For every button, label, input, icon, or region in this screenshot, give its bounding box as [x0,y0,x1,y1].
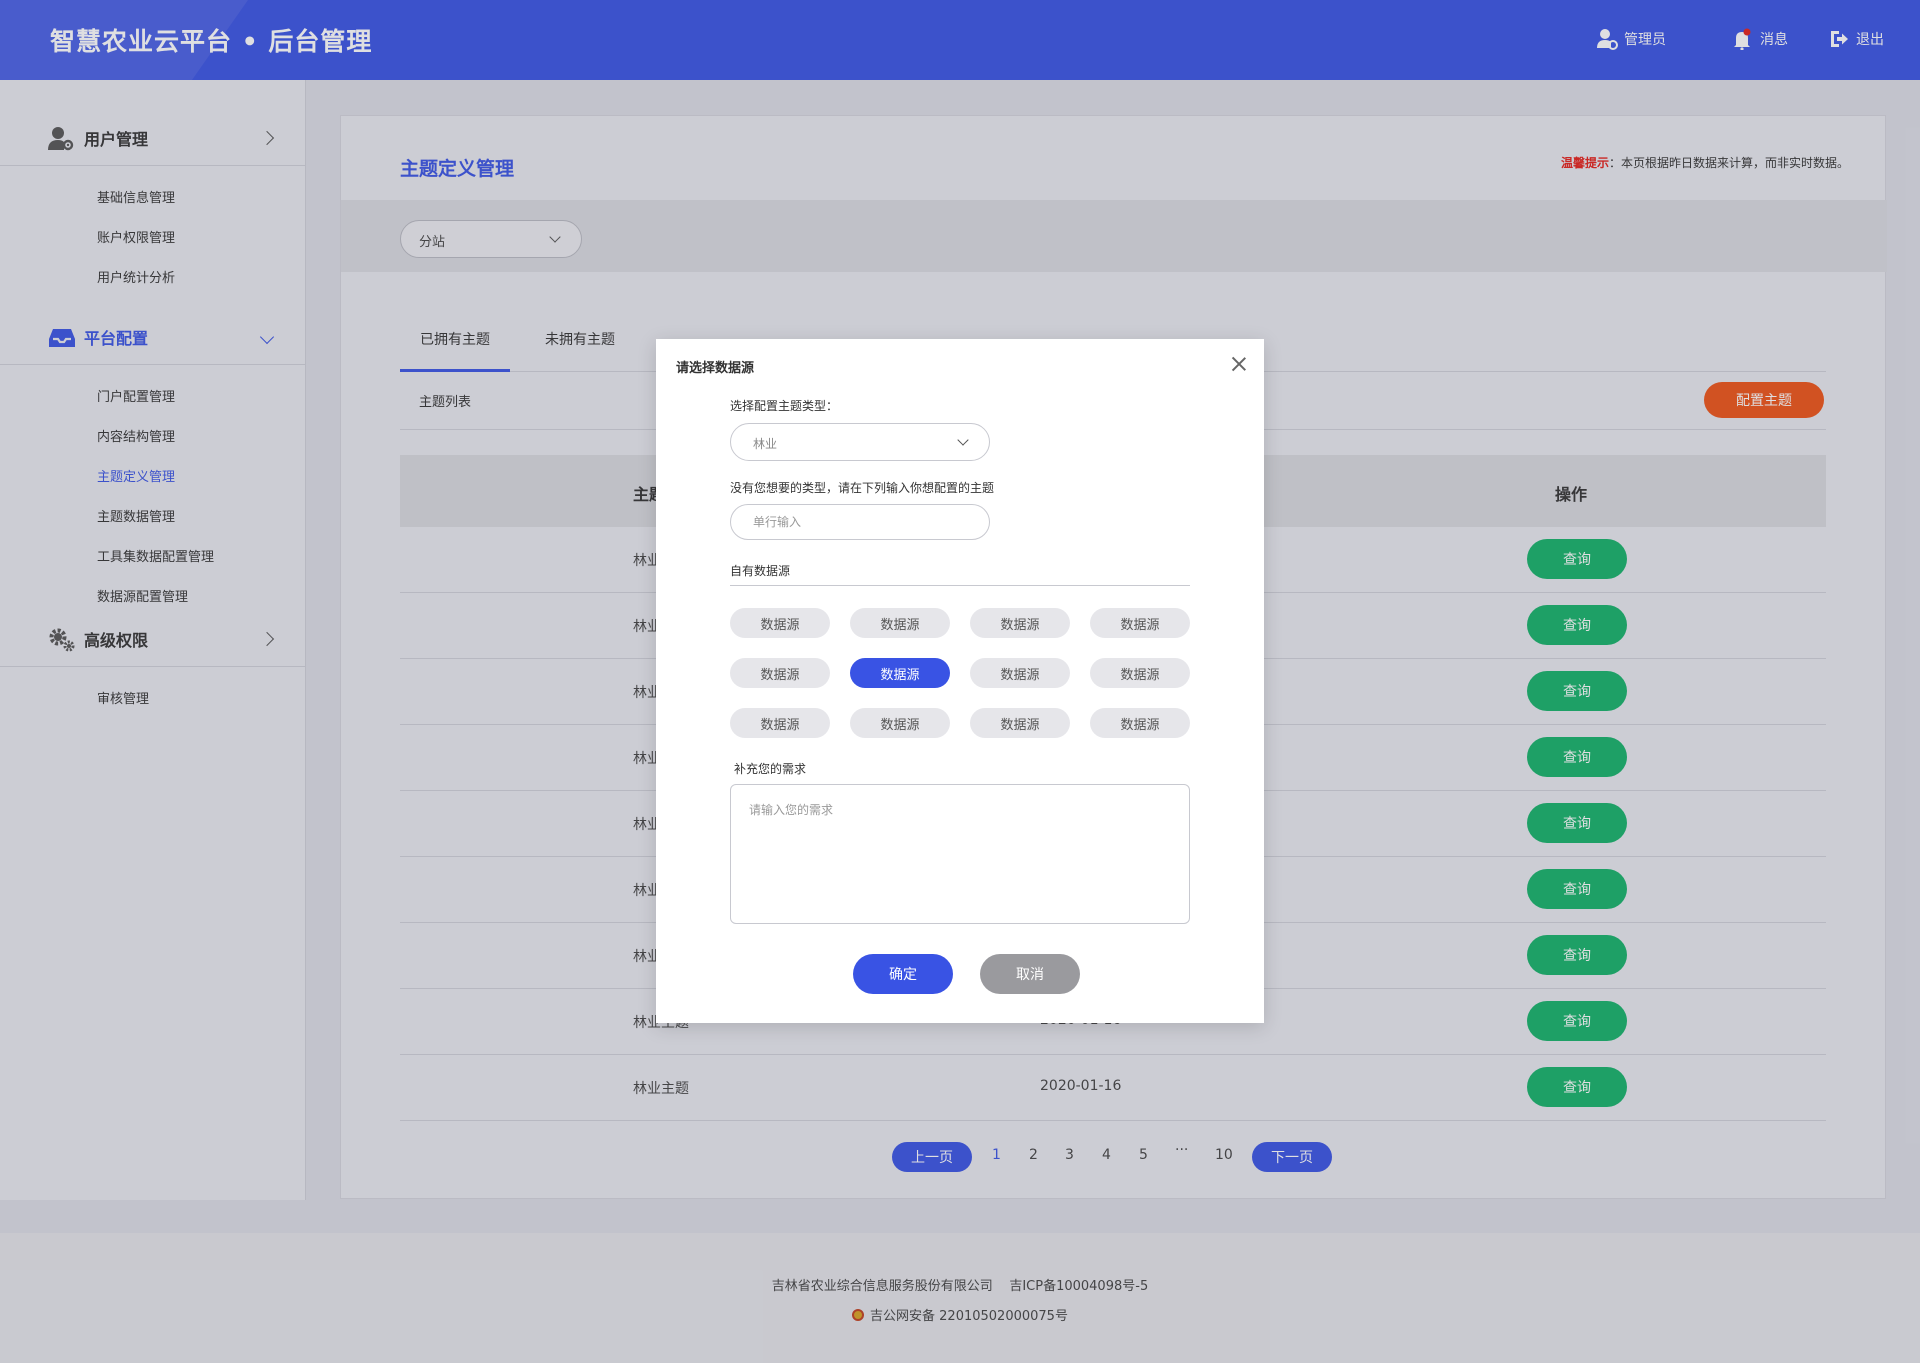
datasource-chip[interactable]: 数据源 [1090,608,1190,638]
datasource-chip[interactable]: 数据源 [970,658,1070,688]
custom-theme-input[interactable] [730,504,990,540]
theme-type-label: 选择配置主题类型： [730,399,839,413]
datasource-chip-selected[interactable]: 数据源 [850,658,950,688]
datasource-chip[interactable]: 数据源 [1090,658,1190,688]
divider [730,585,1190,586]
datasource-chip[interactable]: 数据源 [970,608,1070,638]
datasource-chip[interactable]: 数据源 [850,608,950,638]
close-icon[interactable] [1230,355,1248,373]
chevron-down-icon [957,434,969,446]
cancel-button[interactable]: 取消 [980,954,1080,994]
datasource-chip[interactable]: 数据源 [730,608,830,638]
datasource-chip[interactable]: 数据源 [850,708,950,738]
datasource-chip[interactable]: 数据源 [730,658,830,688]
datasource-chip[interactable]: 数据源 [730,708,830,738]
modal-title: 请选择数据源 [676,361,755,376]
datasource-chip[interactable]: 数据源 [1090,708,1190,738]
theme-type-value: 林业 [753,437,778,451]
own-sources-label: 自有数据源 [730,564,791,578]
needs-textarea[interactable] [730,784,1190,924]
custom-theme-label: 没有您想要的类型，请在下列输入你想配置的主题 [730,481,995,495]
datasource-modal: 请选择数据源 选择配置主题类型： 林业 没有您想要的类型，请在下列输入你想配置的… [656,339,1264,1023]
needs-label: 补充您的需求 [734,762,807,776]
datasource-chip[interactable]: 数据源 [970,708,1070,738]
confirm-button[interactable]: 确定 [853,954,953,994]
theme-type-select[interactable]: 林业 [730,423,990,461]
